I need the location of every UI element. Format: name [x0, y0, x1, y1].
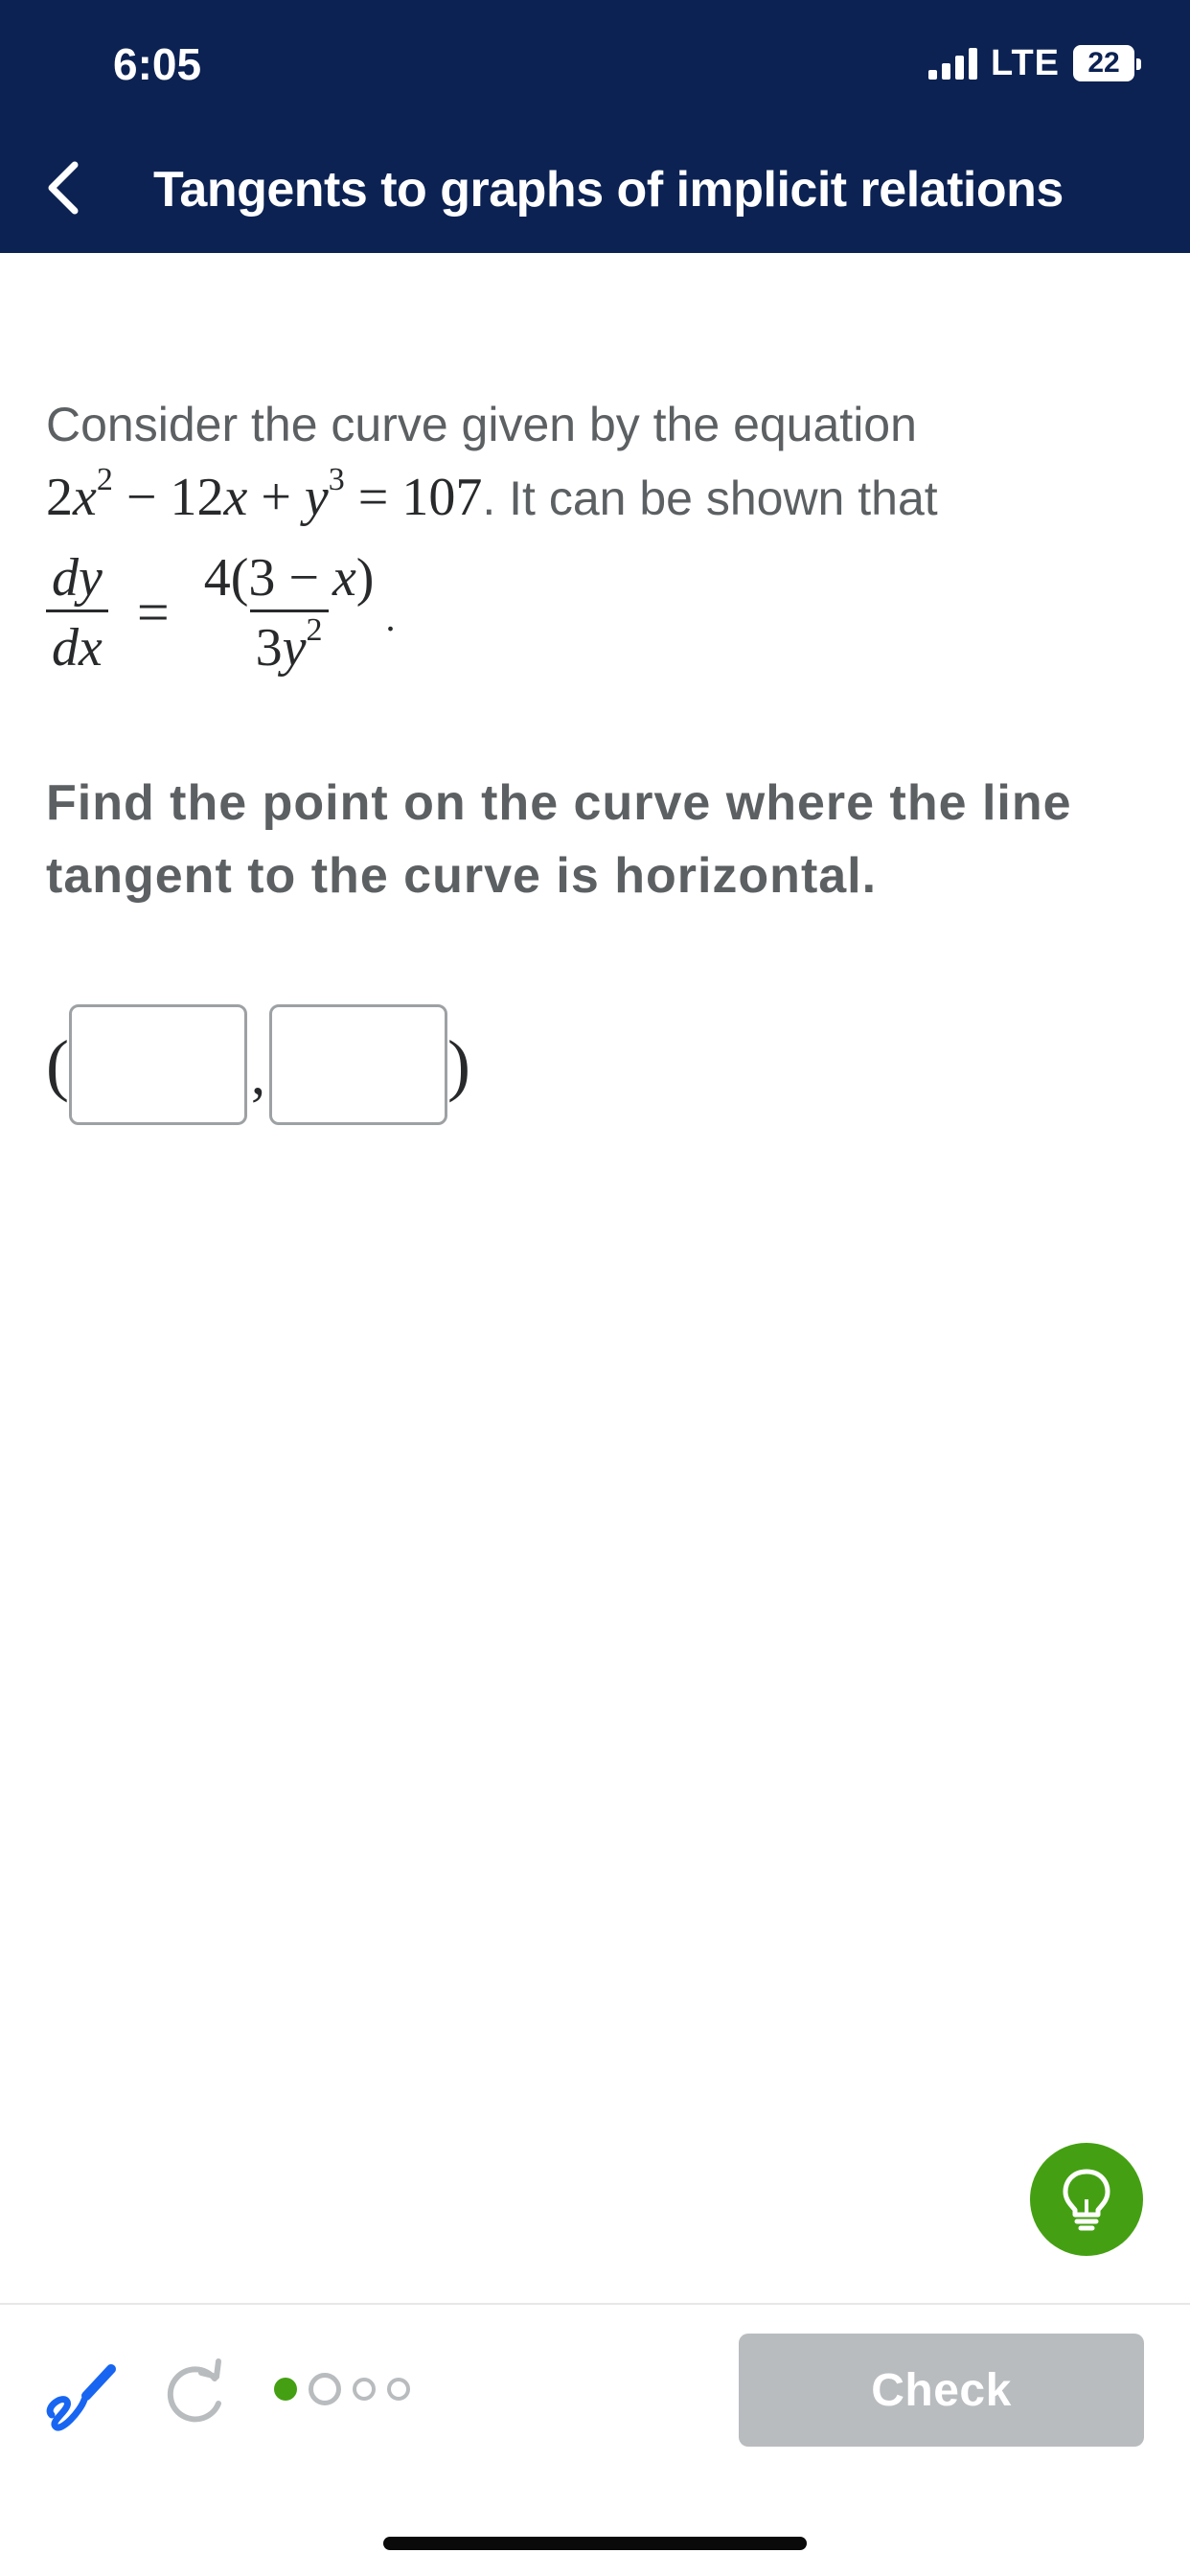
eq-plus: +	[247, 468, 305, 527]
eq-minus: − 12	[112, 468, 224, 527]
signal-icon	[928, 47, 978, 80]
back-button[interactable]	[38, 159, 88, 217]
problem-after-eq: . It can be shown that	[482, 472, 938, 525]
progress-dot	[387, 2378, 410, 2401]
rhs-num-close: )	[355, 547, 375, 608]
derivative-expression: dy dx = 4(3 − x) 3y2 .	[46, 540, 1148, 684]
toolbar-divider	[0, 2303, 1190, 2305]
rhs-numerator: 4(3 −	[203, 547, 332, 608]
open-paren: (	[46, 1025, 69, 1103]
check-button[interactable]: Check	[739, 2334, 1144, 2447]
eq-exp: 2	[96, 462, 113, 497]
hint-button[interactable]	[1030, 2143, 1143, 2256]
eq-var-x: x	[223, 468, 248, 527]
rhs-den-exp: 2	[306, 611, 323, 648]
status-time: 6:05	[113, 39, 202, 89]
eq-exp: 3	[328, 462, 345, 497]
lightbulb-icon	[1063, 2169, 1110, 2231]
scratchpad-button[interactable]	[42, 2356, 119, 2432]
rhs-den-y: y	[282, 617, 307, 678]
progress-dot	[309, 2373, 341, 2405]
equals-sign: =	[136, 580, 170, 644]
app-header: 6:05 LTE 22 Tangents to graphs of implic…	[0, 0, 1190, 253]
home-indicator[interactable]	[383, 2537, 807, 2550]
network-type: LTE	[991, 42, 1060, 83]
answer-input-group: ( , )	[46, 1002, 470, 1127]
battery-icon: 22	[1073, 45, 1141, 81]
eq-coef: 2	[46, 468, 73, 527]
chevron-left-icon	[48, 161, 79, 215]
eq-var-y: y	[304, 468, 329, 527]
status-indicators: LTE 22	[928, 42, 1141, 84]
pencil-scribble-icon	[46, 2364, 116, 2431]
x-coordinate-input[interactable]	[68, 1004, 247, 1125]
dy-text: dy	[52, 547, 103, 608]
rhs-fraction: 4(3 − x) 3y2	[198, 546, 380, 679]
dy-dx-fraction: dy dx	[46, 546, 108, 679]
progress-dots	[274, 2373, 410, 2405]
redo-icon	[167, 2358, 221, 2423]
dx-text: dx	[52, 617, 103, 678]
rhs-den-coef: 3	[255, 617, 283, 678]
close-paren: )	[446, 1025, 470, 1103]
battery-level: 22	[1087, 47, 1120, 79]
y-coordinate-input[interactable]	[268, 1004, 447, 1125]
page-title: Tangents to graphs of implicit relations	[153, 162, 1064, 218]
eq-var-x: x	[73, 468, 97, 527]
question-prompt: Find the point on the curve where the li…	[46, 775, 1072, 904]
problem-intro: Consider the curve given by the equation	[46, 398, 917, 451]
progress-dot	[274, 2378, 297, 2401]
eq-rhs: = 107	[344, 468, 483, 527]
comma: ,	[250, 1042, 265, 1106]
progress-dot	[353, 2378, 376, 2401]
redo-button[interactable]	[163, 2354, 230, 2430]
period: .	[385, 595, 396, 639]
rhs-num-x: x	[332, 547, 356, 608]
problem-statement: Consider the curve given by the equation…	[46, 388, 1148, 684]
problem-text: Consider the curve given by the equation…	[46, 388, 1148, 535]
curve-equation: 2x2 − 12x + y3 = 107	[46, 464, 483, 528]
